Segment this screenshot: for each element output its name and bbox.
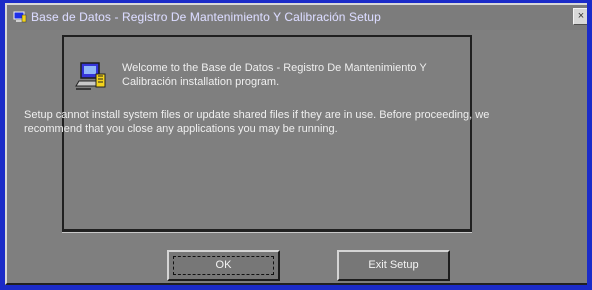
button-separator <box>62 231 472 233</box>
welcome-message: Welcome to the Base de Datos - Registro … <box>122 62 427 88</box>
installer-computer-icon <box>75 62 106 90</box>
setup-computer-icon <box>13 11 27 23</box>
window-title: Base de Datos - Registro De Mantenimient… <box>31 10 381 24</box>
ok-button[interactable]: OK <box>167 250 280 281</box>
setup-dialog-window: Base de Datos - Registro De Mantenimient… <box>5 3 592 285</box>
setup-warning-message: Setup cannot install system files or upd… <box>24 109 490 135</box>
exit-setup-button[interactable]: Exit Setup <box>337 250 450 281</box>
ok-button-label: OK <box>215 259 232 271</box>
title-bar[interactable]: Base de Datos - Registro De Mantenimient… <box>7 5 590 30</box>
desktop-right-edge <box>587 0 592 290</box>
desktop-screen: Base de Datos - Registro De Mantenimient… <box>0 0 592 290</box>
exit-setup-button-label: Exit Setup <box>368 259 419 271</box>
